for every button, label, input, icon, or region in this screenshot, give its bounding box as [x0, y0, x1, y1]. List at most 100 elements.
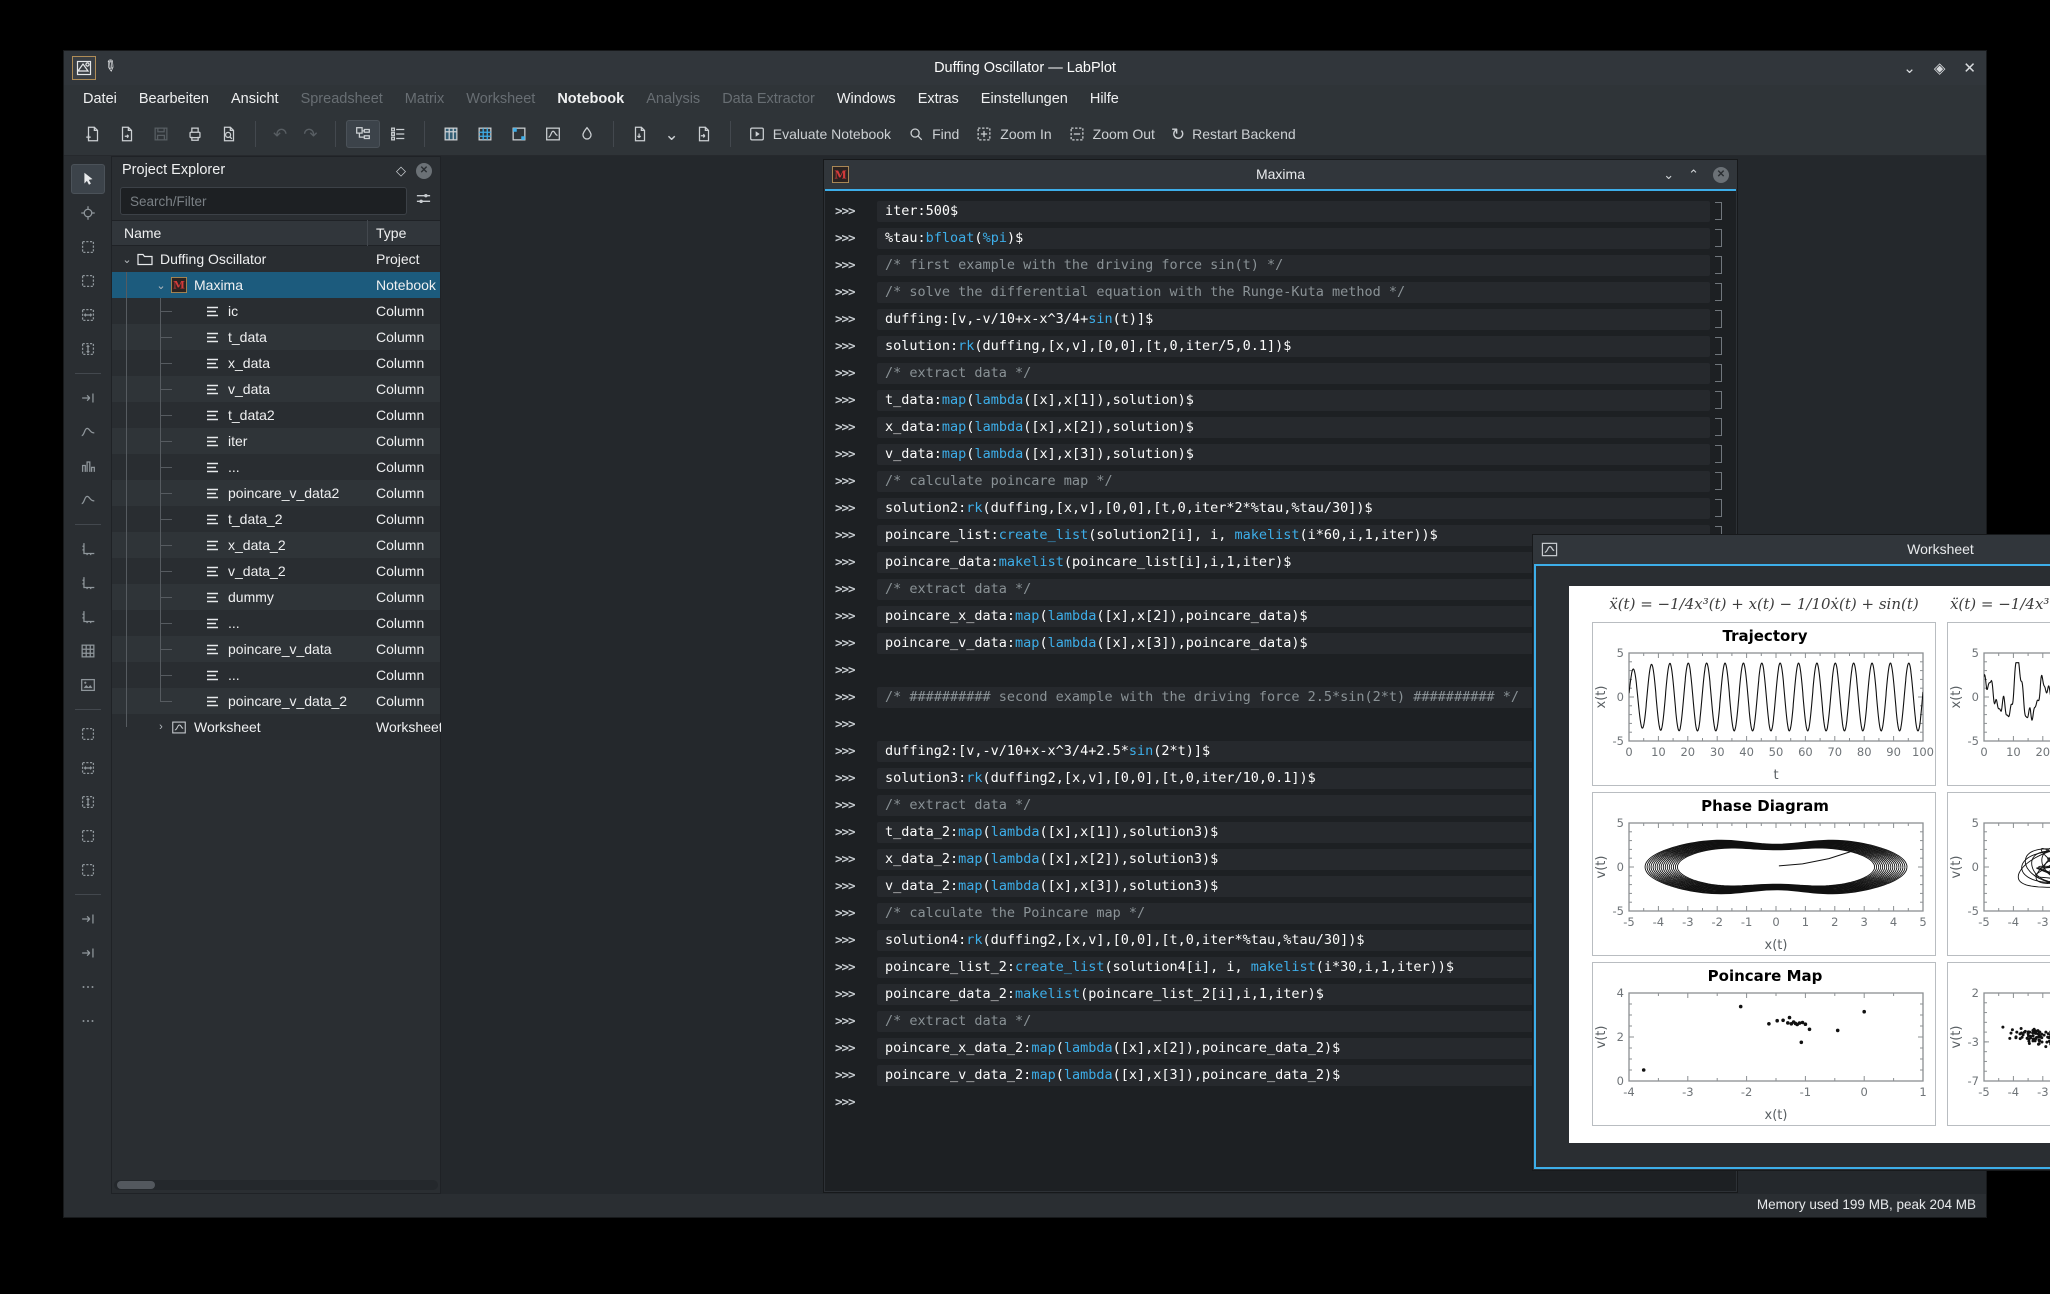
prompt: >>>	[835, 203, 855, 218]
axis-box-icon[interactable]	[71, 602, 105, 632]
project-explorer-header[interactable]: Project Explorer ◇ ✕	[112, 157, 440, 184]
navigate-icon[interactable]	[71, 383, 105, 413]
print-preview-button[interactable]	[213, 121, 245, 147]
color-theme-button[interactable]	[571, 121, 603, 147]
plot-poincare-1[interactable]: Poincare Map-4-3-2-101024x(t)v(t)	[1592, 962, 1936, 1126]
tree-row-duffingoscillator[interactable]: ⌄Duffing OscillatorProject	[112, 246, 440, 272]
code-cell[interactable]: /* extract data */	[877, 363, 1710, 384]
export-options-button[interactable]: ⌄	[658, 122, 686, 147]
dots-horizontal-icon[interactable]	[71, 972, 105, 1002]
new-plot-button[interactable]	[537, 121, 569, 147]
menu-einstellungen[interactable]: Einstellungen	[970, 85, 1079, 113]
shift-left-icon[interactable]	[71, 904, 105, 934]
scrollbar-thumb[interactable]	[117, 1181, 155, 1189]
toggle-properties-button[interactable]	[382, 121, 414, 147]
plot-phase-2[interactable]: Phase Diagram-5-4-3-2-1012345-505x(t)v(t…	[1947, 792, 2050, 956]
worksheet-titlebar[interactable]: Worksheet ⌄ ⌃ ✕	[1533, 535, 2050, 564]
auto-scale-icon[interactable]	[71, 719, 105, 749]
plot-trajectory-1[interactable]: Trajectory0102030405060708090100-505tx(t…	[1592, 622, 1936, 786]
tree-row-maxima[interactable]: ⌄MMaximaNotebook	[112, 272, 440, 298]
code-cell[interactable]: /* solve the differential equation with …	[877, 282, 1710, 303]
zoom-out-region-icon[interactable]	[71, 855, 105, 885]
expander-icon[interactable]: ›	[154, 721, 168, 733]
maxima-titlebar[interactable]: M Maxima ⌄ ⌃ ✕	[824, 160, 1737, 189]
worksheet-view[interactable]: ẍ(t) = −1/4x³(t) + x(t) − 1/10ẋ(t) + sin…	[1534, 564, 2050, 1169]
import-button[interactable]	[688, 121, 720, 147]
code-cell[interactable]: x_data:map(lambda([x],x[2]),solution)$	[877, 417, 1710, 438]
new-workbook-button[interactable]	[503, 121, 535, 147]
code-cell[interactable]: iter:500$	[877, 201, 1710, 222]
plot-phase-1[interactable]: Phase Diagram-5-4-3-2-1012345-505x(t)v(t…	[1592, 792, 1936, 956]
export-button[interactable]	[624, 121, 656, 147]
maximize-icon[interactable]: ◈	[1934, 59, 1946, 77]
code-cell[interactable]: solution:rk(duffing,[x,v],[0,0],[t,0,ite…	[877, 336, 1710, 357]
zoom-out-button[interactable]: Zoom Out	[1061, 121, 1162, 147]
evaluate-notebook-button[interactable]: Evaluate Notebook	[741, 121, 898, 147]
menu-extras[interactable]: Extras	[907, 85, 970, 113]
close-dock-icon[interactable]: ✕	[416, 163, 432, 179]
expander-icon[interactable]: ⌄	[120, 253, 134, 266]
plot-poincare-2[interactable]: Poincare Map-5-4-3-2-10123452-3-7x(t)v(t…	[1947, 962, 2050, 1126]
add-curve-icon[interactable]	[71, 417, 105, 447]
auto-scale-x-icon[interactable]	[71, 753, 105, 783]
horizontal-scrollbar[interactable]	[114, 1180, 438, 1190]
select-cursor-icon[interactable]	[71, 164, 105, 194]
prompt: >>>	[835, 1040, 855, 1055]
code-cell[interactable]: v_data:map(lambda([x],x[3]),solution)$	[877, 444, 1710, 465]
float-dock-icon[interactable]: ◇	[396, 157, 406, 184]
auto-scale-y-icon[interactable]	[71, 787, 105, 817]
prompt: >>>	[835, 311, 855, 326]
restore-icon[interactable]: ⌃	[1688, 167, 1699, 183]
new-spreadsheet-button[interactable]	[435, 121, 467, 147]
toggle-project-explorer-button[interactable]	[346, 120, 380, 148]
find-button[interactable]: Find	[900, 121, 966, 147]
add-histogram-icon[interactable]	[71, 451, 105, 481]
new-document-button[interactable]	[77, 121, 109, 147]
axis-horizontal-icon[interactable]	[71, 534, 105, 564]
close-icon[interactable]: ✕	[1963, 59, 1976, 77]
tree-header-name[interactable]: Name	[112, 220, 368, 246]
close-notebook-icon[interactable]: ✕	[1713, 167, 1729, 183]
zoom-in-button[interactable]: Zoom In	[968, 121, 1058, 147]
menu-bearbeiten[interactable]: Bearbeiten	[128, 85, 220, 113]
titlebar[interactable]: ✎ Duffing Oscillator — LabPlot ⌄ ◈ ✕	[64, 51, 1986, 85]
tree-header-type[interactable]: Type	[368, 225, 440, 241]
open-document-button[interactable]	[111, 121, 143, 147]
cartesian-plot-icon[interactable]	[71, 636, 105, 666]
print-button[interactable]	[179, 121, 211, 147]
tree-row-worksheet[interactable]: ›WorksheetWorksheet	[112, 714, 440, 740]
image-icon[interactable]	[71, 670, 105, 700]
dots-diagonal-icon[interactable]	[71, 1006, 105, 1036]
code-cell[interactable]: duffing:[v,-v/10+x-x^3/4+sin(t)]$	[877, 309, 1710, 330]
menu-notebook[interactable]: Notebook	[546, 85, 635, 113]
filter-options-icon[interactable]	[415, 190, 432, 212]
shade-icon[interactable]: ⌄	[1663, 167, 1674, 183]
code-cell[interactable]: t_data:map(lambda([x],x[1]),solution)$	[877, 390, 1710, 411]
menu-ansicht[interactable]: Ansicht	[220, 85, 290, 113]
zoom-y-select-icon[interactable]	[71, 334, 105, 364]
menu-windows[interactable]: Windows	[826, 85, 907, 113]
svg-text:40: 40	[1739, 745, 1754, 759]
add-fit-curve-icon[interactable]	[71, 485, 105, 515]
restart-backend-button[interactable]: ↻Restart Backend	[1164, 122, 1303, 147]
zoom-x-select-icon[interactable]	[71, 300, 105, 330]
plot-trajectory-2[interactable]: Trajectory0102030405060708090100-505tx(t…	[1947, 622, 2050, 786]
crosshair-icon[interactable]	[71, 198, 105, 228]
search-input[interactable]	[120, 187, 407, 215]
expander-icon[interactable]: ⌄	[154, 279, 168, 292]
new-matrix-button[interactable]	[469, 121, 501, 147]
redo-button-glyph: ↷	[303, 126, 317, 143]
menu-hilfe[interactable]: Hilfe	[1079, 85, 1130, 113]
zoom-in-region-icon[interactable]	[71, 821, 105, 851]
code-cell[interactable]: %tau:bfloat(%pi)$	[877, 228, 1710, 249]
minimize-icon[interactable]: ⌄	[1903, 59, 1916, 77]
shift-right-icon[interactable]	[71, 938, 105, 968]
code-cell[interactable]: /* calculate poincare map */	[877, 471, 1710, 492]
select-region-icon[interactable]	[71, 232, 105, 262]
tree-header[interactable]: Name Type	[112, 220, 440, 246]
code-cell[interactable]: solution2:rk(duffing,[x,v],[0,0],[t,0,it…	[877, 498, 1710, 519]
code-cell[interactable]: /* first example with the driving force …	[877, 255, 1710, 276]
menu-datei[interactable]: Datei	[72, 85, 128, 113]
zoom-select-icon[interactable]	[71, 266, 105, 296]
axis-vertical-icon[interactable]	[71, 568, 105, 598]
